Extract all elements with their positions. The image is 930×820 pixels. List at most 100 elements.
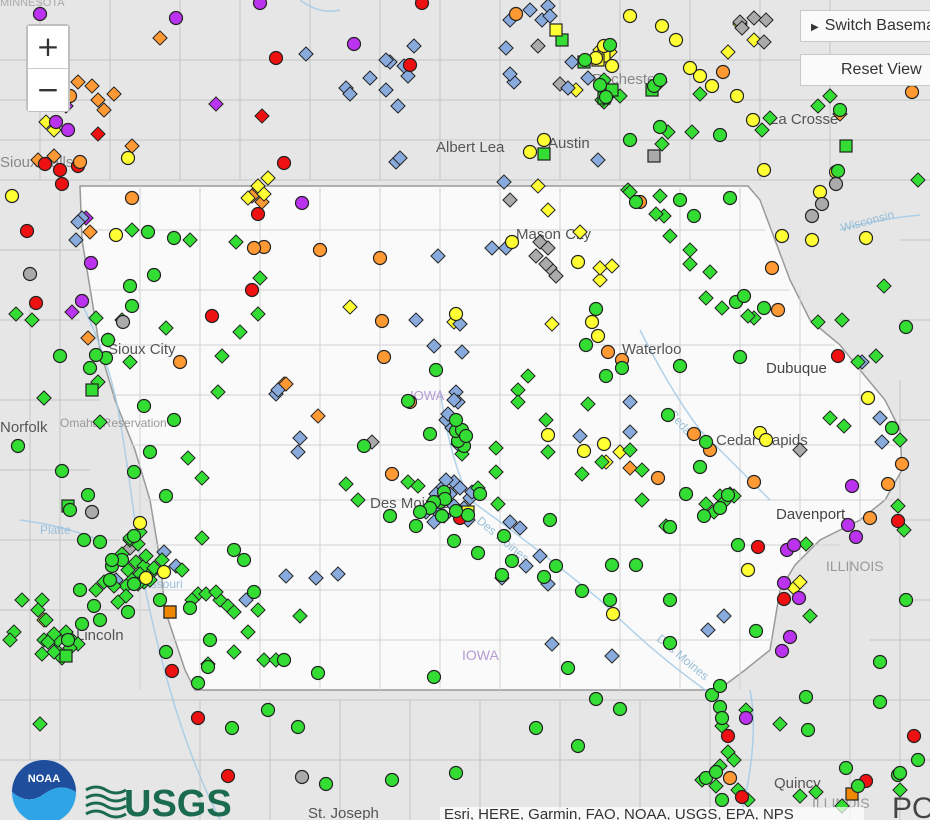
gauge-circle-purple[interactable] [48, 114, 64, 130]
gauge-circle-red[interactable] [19, 223, 35, 239]
gauge-circle-red[interactable] [276, 155, 292, 171]
gauge-circle-green[interactable] [588, 301, 604, 317]
gauge-circle-green[interactable] [730, 537, 746, 553]
gauge-circle-green[interactable] [652, 119, 668, 135]
gauge-circle-yellow[interactable] [605, 606, 621, 622]
gauge-circle-green[interactable] [260, 702, 276, 718]
gauge-circle-orange[interactable] [686, 426, 702, 442]
gauge-circle-green[interactable] [872, 694, 888, 710]
gauge-circle-green[interactable] [448, 503, 464, 519]
gauge-circle-green[interactable] [458, 428, 474, 444]
gauge-circle-green[interactable] [542, 512, 558, 528]
gauge-circle-green[interactable] [838, 760, 854, 776]
gauge-circle-green[interactable] [722, 190, 738, 206]
gauge-circle-yellow[interactable] [860, 390, 876, 406]
gauge-circle-green[interactable] [548, 558, 564, 574]
gauge-circle-green[interactable] [660, 407, 676, 423]
gauge-circle-green[interactable] [578, 337, 594, 353]
gauge-circle-yellow[interactable] [812, 184, 828, 200]
gauge-circle-orange[interactable] [384, 466, 400, 482]
gauge-circle-orange[interactable] [862, 510, 878, 526]
gauge-circle-green[interactable] [74, 616, 90, 632]
gauge-circle-green[interactable] [672, 192, 688, 208]
gauge-circle-green[interactable] [528, 720, 544, 736]
gauge-circle-green[interactable] [140, 224, 156, 240]
gauge-circle-green[interactable] [612, 701, 628, 717]
gauge-circle-green[interactable] [120, 604, 136, 620]
gauge-circle-orange[interactable] [172, 354, 188, 370]
gauge-circle-yellow[interactable] [668, 32, 684, 48]
gauge-circle-yellow[interactable] [156, 564, 172, 580]
gauge-circle-green[interactable] [652, 72, 668, 88]
gauge-circle-gray[interactable] [22, 266, 38, 282]
gauge-circle-green[interactable] [408, 518, 424, 534]
station-square-green[interactable] [839, 139, 853, 153]
gauge-circle-orange[interactable] [374, 313, 390, 329]
gauge-circle-green[interactable] [62, 502, 78, 518]
gauge-circle-red[interactable] [720, 728, 736, 744]
gauge-circle-green[interactable] [124, 298, 140, 314]
gauge-circle-purple[interactable] [782, 629, 798, 645]
gauge-circle-green[interactable] [60, 632, 76, 648]
gauge-circle-red[interactable] [776, 591, 792, 607]
gauge-circle-green[interactable] [736, 288, 752, 304]
gauge-circle-green[interactable] [276, 652, 292, 668]
gauge-circle-gray[interactable] [828, 176, 844, 192]
gauge-circle-purple[interactable] [83, 255, 99, 271]
gauge-circle-green[interactable] [88, 347, 104, 363]
gauge-circle-green[interactable] [570, 738, 586, 754]
gauge-circle-green[interactable] [136, 398, 152, 414]
gauge-circle-green[interactable] [560, 660, 576, 676]
gauge-circle-green[interactable] [310, 665, 326, 681]
gauge-circle-purple[interactable] [774, 643, 790, 659]
gauge-circle-yellow[interactable] [522, 144, 538, 160]
gauge-circle-yellow[interactable] [120, 150, 136, 166]
gauge-circle-green[interactable] [460, 507, 476, 523]
gauge-circle-orange[interactable] [764, 260, 780, 276]
gauge-circle-yellow[interactable] [504, 234, 520, 250]
gauge-circle-yellow[interactable] [132, 515, 148, 531]
gauge-circle-yellow[interactable] [448, 306, 464, 322]
gauge-circle-green[interactable] [898, 319, 914, 335]
switch-basemap-button[interactable]: ▶ Switch Basemap [800, 10, 930, 42]
gauge-circle-green[interactable] [712, 678, 728, 694]
gauge-circle-green[interactable] [748, 623, 764, 639]
gauge-circle-purple[interactable] [74, 293, 90, 309]
gauge-circle-yellow[interactable] [604, 58, 620, 74]
gauge-circle-green[interactable] [598, 368, 614, 384]
gauge-circle-green[interactable] [910, 752, 926, 768]
gauge-circle-green[interactable] [126, 464, 142, 480]
gauge-circle-green[interactable] [72, 582, 88, 598]
gauge-circle-green[interactable] [166, 230, 182, 246]
gauge-circle-red[interactable] [190, 710, 206, 726]
gauge-circle-green[interactable] [614, 360, 630, 376]
gauge-circle-green[interactable] [434, 508, 450, 524]
station-square-green[interactable] [537, 147, 551, 161]
gauge-circle-yellow[interactable] [740, 562, 756, 578]
gauge-circle-green[interactable] [82, 360, 98, 376]
gauge-circle-green[interactable] [226, 542, 242, 558]
gauge-circle-green[interactable] [190, 675, 206, 691]
gauge-circle-green[interactable] [504, 553, 520, 569]
gauge-circle-yellow[interactable] [540, 427, 556, 443]
gauge-circle-green[interactable] [92, 534, 108, 550]
gauge-circle-green[interactable] [318, 776, 334, 792]
gauge-circle-orange[interactable] [72, 154, 88, 170]
gauge-circle-yellow[interactable] [745, 112, 761, 128]
gauge-circle-orange[interactable] [376, 349, 392, 365]
gauge-circle-green[interactable] [102, 572, 118, 588]
gauge-circle-yellow[interactable] [138, 570, 154, 586]
gauge-circle-orange[interactable] [715, 64, 731, 80]
gauge-circle-purple[interactable] [252, 0, 268, 11]
gauge-circle-red[interactable] [890, 513, 906, 529]
gauge-circle-yellow[interactable] [622, 8, 638, 24]
gauge-circle-green[interactable] [382, 508, 398, 524]
gauge-circle-orange[interactable] [904, 84, 920, 100]
gauge-circle-yellow[interactable] [654, 18, 670, 34]
gauge-circle-red[interactable] [244, 282, 260, 298]
gauge-circle-green[interactable] [356, 438, 372, 454]
gauge-circle-gray[interactable] [115, 314, 131, 330]
gauge-circle-yellow[interactable] [682, 60, 698, 76]
gauge-circle-green[interactable] [426, 669, 442, 685]
gauge-circle-green[interactable] [850, 778, 866, 794]
